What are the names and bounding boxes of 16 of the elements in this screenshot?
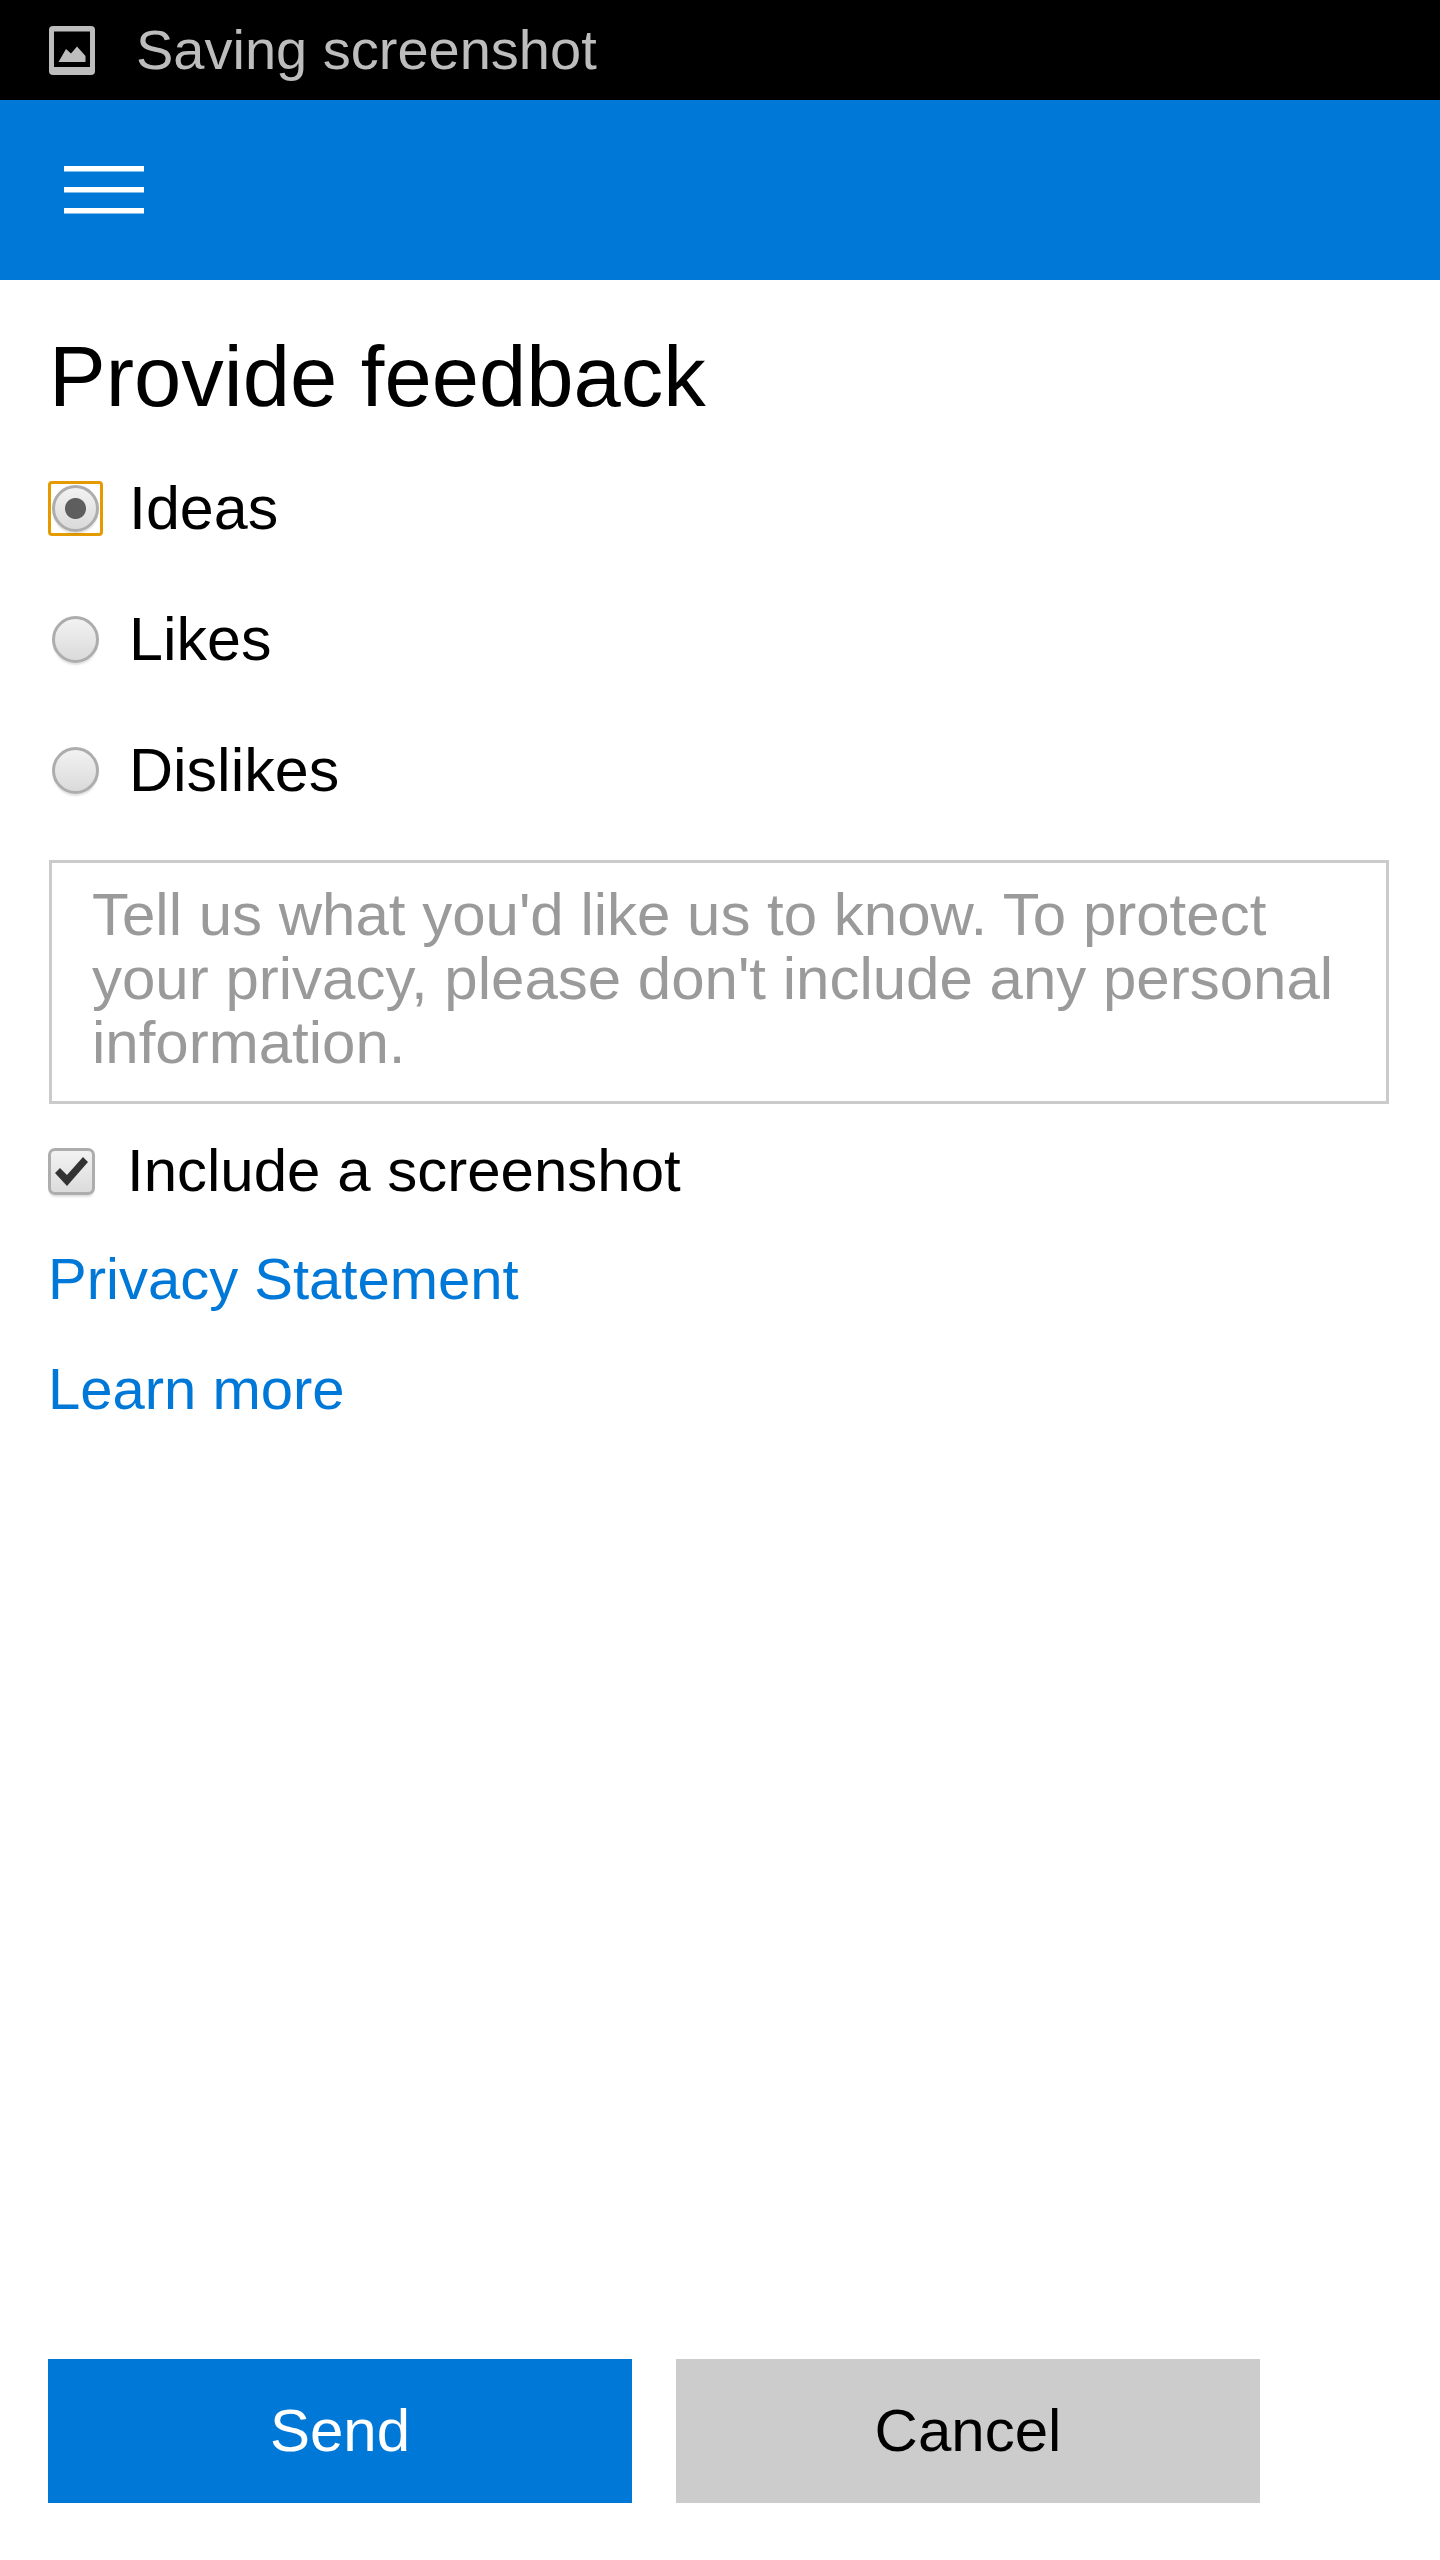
secondary-button[interactable]: Cancel <box>676 2359 1260 2503</box>
checkbox[interactable] <box>48 1147 95 1195</box>
checkbox-label: Include a screenshot <box>127 1141 681 1201</box>
option-label: Likes <box>129 609 272 670</box>
image-icon <box>49 25 95 75</box>
radio-button[interactable] <box>48 481 103 536</box>
comment-field[interactable]: Tell us what you'd like us to know. To protect your privacy, please don't include any personal information. <box>49 860 1389 1104</box>
menu-icon[interactable] <box>64 166 144 214</box>
primary-button[interactable]: Send <box>48 2359 632 2503</box>
radio-button[interactable] <box>52 747 99 794</box>
option-label: Ideas <box>129 478 279 539</box>
option-label: Dislikes <box>129 740 340 801</box>
text-link[interactable]: Learn more <box>48 1360 345 1418</box>
radio-button[interactable] <box>52 616 99 663</box>
checkmark-icon <box>55 1156 88 1186</box>
page-title: Provide feedback <box>49 334 706 419</box>
